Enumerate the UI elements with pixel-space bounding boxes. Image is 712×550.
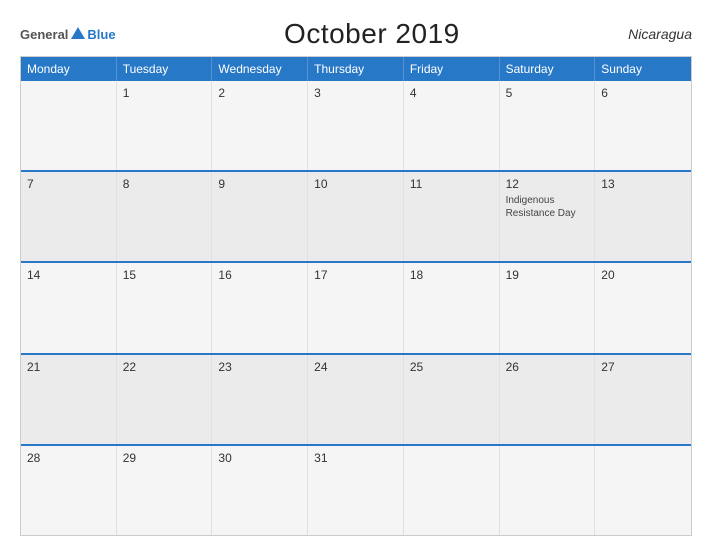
day-number: 21	[27, 360, 110, 374]
day-number: 22	[123, 360, 206, 374]
calendar-cell: 24	[308, 355, 404, 444]
country-label: Nicaragua	[628, 26, 692, 42]
logo-blue-text: Blue	[87, 27, 115, 42]
calendar-cell: 23	[212, 355, 308, 444]
day-number: 2	[218, 86, 301, 100]
calendar-cell: 8	[117, 172, 213, 261]
day-number: 16	[218, 268, 301, 282]
weekday-header-thursday: Thursday	[308, 57, 404, 81]
calendar-week-4: 21 22 23 24 25 26 27	[21, 355, 691, 446]
calendar-cell: 21	[21, 355, 117, 444]
day-number: 8	[123, 177, 206, 191]
day-number: 9	[218, 177, 301, 191]
day-number: 13	[601, 177, 685, 191]
day-number: 29	[123, 451, 206, 465]
day-number: 12	[506, 177, 589, 191]
calendar-cell: 14	[21, 263, 117, 352]
day-number: 17	[314, 268, 397, 282]
calendar-cell: 2	[212, 81, 308, 170]
calendar-cell: 28	[21, 446, 117, 535]
calendar-header: MondayTuesdayWednesdayThursdayFridaySatu…	[21, 57, 691, 81]
day-number: 31	[314, 451, 397, 465]
day-number: 25	[410, 360, 493, 374]
calendar-body: 123456789101112Indigenous Resistance Day…	[21, 81, 691, 535]
calendar-cell: 22	[117, 355, 213, 444]
calendar-cell: 5	[500, 81, 596, 170]
day-number: 6	[601, 86, 685, 100]
logo: General Blue	[20, 25, 116, 43]
day-number: 20	[601, 268, 685, 282]
month-title: October 2019	[284, 18, 460, 50]
day-number: 26	[506, 360, 589, 374]
calendar-cell: 25	[404, 355, 500, 444]
weekday-header-saturday: Saturday	[500, 57, 596, 81]
calendar-cell: 9	[212, 172, 308, 261]
calendar-cell: 29	[117, 446, 213, 535]
weekday-header-monday: Monday	[21, 57, 117, 81]
calendar-cell: 3	[308, 81, 404, 170]
calendar-week-5: 28 29 30 31	[21, 446, 691, 535]
day-number: 24	[314, 360, 397, 374]
calendar-cell: 18	[404, 263, 500, 352]
event-label: Indigenous Resistance Day	[506, 194, 589, 220]
calendar-cell: 13	[595, 172, 691, 261]
top-bar: General Blue October 2019 Nicaragua	[20, 18, 692, 50]
logo-general-text: General	[20, 27, 68, 42]
weekday-header-friday: Friday	[404, 57, 500, 81]
calendar-cell	[500, 446, 596, 535]
calendar-cell: 16	[212, 263, 308, 352]
calendar-cell: 30	[212, 446, 308, 535]
calendar: MondayTuesdayWednesdayThursdayFridaySatu…	[20, 56, 692, 536]
calendar-cell: 6	[595, 81, 691, 170]
day-number: 14	[27, 268, 110, 282]
calendar-cell: 11	[404, 172, 500, 261]
calendar-cell	[21, 81, 117, 170]
day-number: 15	[123, 268, 206, 282]
calendar-cell	[404, 446, 500, 535]
day-number: 23	[218, 360, 301, 374]
weekday-header-wednesday: Wednesday	[212, 57, 308, 81]
calendar-cell: 17	[308, 263, 404, 352]
day-number: 11	[410, 177, 493, 191]
calendar-cell: 10	[308, 172, 404, 261]
day-number: 18	[410, 268, 493, 282]
logo-icon	[69, 25, 87, 43]
day-number: 30	[218, 451, 301, 465]
calendar-week-3: 14 15 16 17 18 19 20	[21, 263, 691, 354]
calendar-cell: 7	[21, 172, 117, 261]
calendar-cell: 1	[117, 81, 213, 170]
day-number: 27	[601, 360, 685, 374]
calendar-cell: 12 Indigenous Resistance Day	[500, 172, 596, 261]
calendar-week-1: 123456	[21, 81, 691, 172]
weekday-header-sunday: Sunday	[595, 57, 691, 81]
weekday-header-tuesday: Tuesday	[117, 57, 213, 81]
day-number: 3	[314, 86, 397, 100]
page: General Blue October 2019 Nicaragua Mond…	[0, 0, 712, 550]
calendar-cell: 15	[117, 263, 213, 352]
day-number: 10	[314, 177, 397, 191]
day-number: 1	[123, 86, 206, 100]
day-number: 5	[506, 86, 589, 100]
calendar-cell: 20	[595, 263, 691, 352]
day-number: 19	[506, 268, 589, 282]
calendar-week-2: 789 10 11 12 Indigenous Resistance Day 13	[21, 172, 691, 263]
day-number: 4	[410, 86, 493, 100]
day-number: 7	[27, 177, 110, 191]
calendar-cell: 19	[500, 263, 596, 352]
calendar-cell: 26	[500, 355, 596, 444]
calendar-cell	[595, 446, 691, 535]
calendar-cell: 27	[595, 355, 691, 444]
calendar-cell: 4	[404, 81, 500, 170]
calendar-cell: 31	[308, 446, 404, 535]
day-number: 28	[27, 451, 110, 465]
